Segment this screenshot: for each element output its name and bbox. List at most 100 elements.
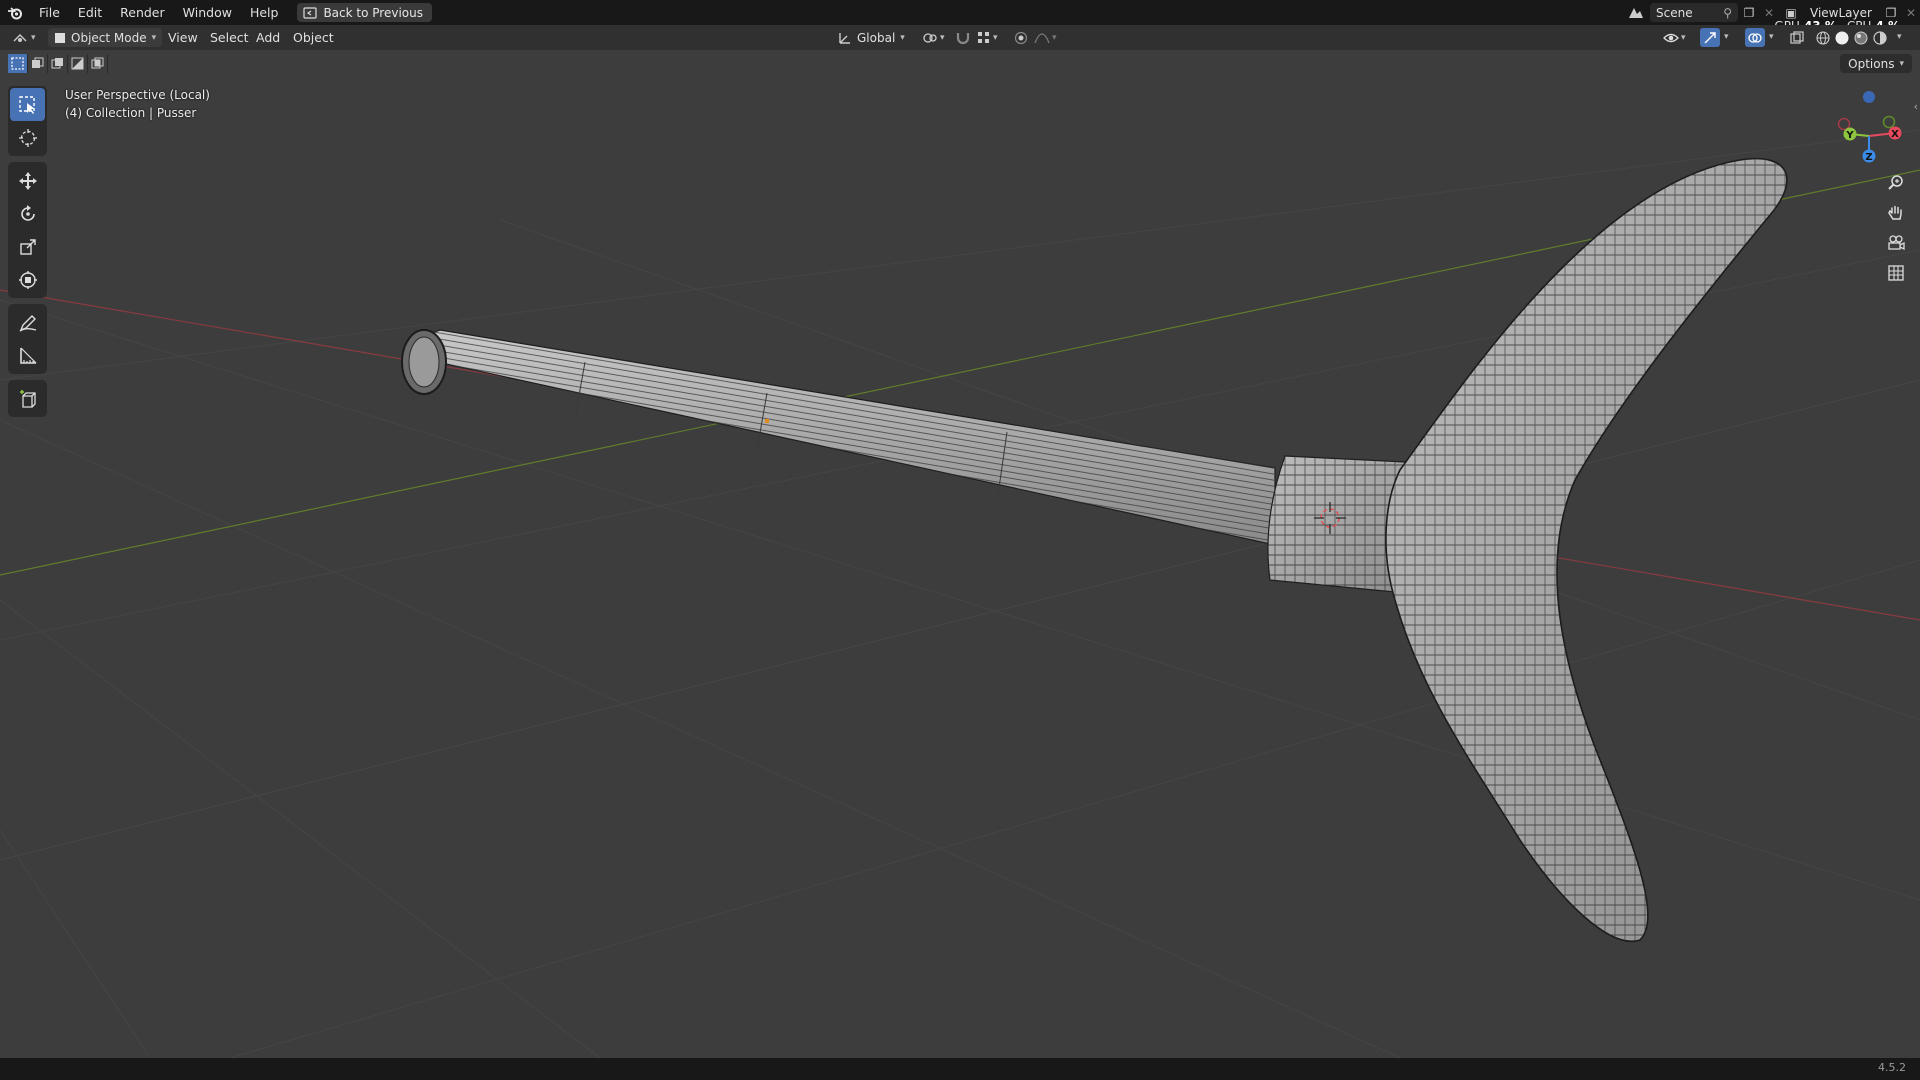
material-sphere-icon (1854, 31, 1868, 44)
gizmo-toggle[interactable] (1700, 28, 1720, 47)
pusser-head (1385, 157, 1788, 943)
gizmo-x-label: X (1891, 129, 1899, 140)
chevron-down-icon[interactable]: ▾ (1724, 32, 1729, 42)
pivot-point-dropdown[interactable]: ▾ (922, 28, 945, 47)
tool-cursor[interactable] (10, 121, 45, 154)
chevron-down-icon: ▾ (151, 32, 157, 43)
view-layer-icon[interactable]: ▣ (1778, 6, 1804, 20)
shading-material-button[interactable] (1853, 28, 1869, 47)
shading-rendered-button[interactable] (1872, 28, 1888, 47)
editor-type-button[interactable]: ▾ (12, 28, 36, 47)
transform-orientation-label: Global (857, 30, 896, 45)
sidebar-toggle-icon[interactable]: ‹ (1914, 100, 1918, 113)
camera-view-button[interactable] (1881, 228, 1911, 258)
measure-ruler-icon (19, 347, 36, 364)
tool-annotate[interactable] (10, 306, 45, 339)
pusser-handle (401, 329, 1276, 546)
status-bar: 4.5.2 (0, 1058, 1920, 1080)
cursor-icon (18, 128, 37, 147)
scene-name: Scene (1656, 5, 1693, 20)
menu-view[interactable]: View (168, 28, 198, 47)
rotate-icon (20, 204, 35, 221)
top-menu-bar: File Edit Render Window Help Back to Pre… (0, 0, 1920, 25)
menu-add[interactable]: Add (256, 28, 280, 47)
camera-icon (1888, 235, 1905, 251)
proportional-falloff-dropdown[interactable]: ▾ (1034, 28, 1057, 47)
menu-window[interactable]: Window (174, 0, 241, 25)
navigation-gizmo[interactable]: X Y Z (1830, 88, 1910, 168)
scene-name-field[interactable]: Scene ⚲ (1650, 3, 1738, 22)
pusser-collar (1267, 455, 1406, 593)
pin-icon[interactable]: ⚲ (1723, 6, 1732, 20)
menu-file[interactable]: File (30, 0, 69, 25)
new-view-layer-icon[interactable]: ❐ (1880, 6, 1902, 20)
tool-group-select (8, 86, 47, 156)
proportional-edit-toggle[interactable] (1014, 28, 1028, 47)
menu-object[interactable]: Object (293, 28, 334, 47)
back-to-previous-button[interactable]: Back to Previous (297, 3, 432, 22)
gizmo-neg-y[interactable] (1882, 115, 1896, 129)
viewport-canvas[interactable] (0, 0, 1920, 1080)
tool-select-box[interactable] (10, 88, 45, 121)
overlays-icon (1748, 32, 1762, 43)
tool-group-add (8, 380, 47, 417)
snap-target-dropdown[interactable]: ▾ (977, 28, 998, 47)
select-box-icon (18, 95, 35, 114)
select-subtract-icon (51, 58, 63, 69)
select-extend-button[interactable] (28, 54, 48, 73)
overlays-toggle[interactable] (1745, 28, 1765, 47)
tool-measure[interactable] (10, 339, 45, 372)
pan-button[interactable] (1881, 198, 1911, 228)
select-invert-button[interactable] (68, 54, 88, 73)
chevron-down-icon: ▾ (900, 32, 905, 43)
blender-logo-icon[interactable] (0, 0, 30, 25)
snap-grid-icon (978, 31, 989, 43)
tool-transform[interactable] (10, 263, 45, 296)
shading-solid-button[interactable] (1834, 28, 1850, 47)
perspective-toggle-button[interactable] (1881, 258, 1911, 288)
select-new-button[interactable] (8, 54, 28, 73)
object-mode-icon (55, 32, 65, 43)
viewport-header: ▾ Object Mode ▾ View Select Add Object G… (0, 25, 1920, 50)
menu-help[interactable]: Help (241, 0, 288, 25)
object-mode-label: Object Mode (71, 30, 147, 45)
menu-select[interactable]: Select (210, 28, 249, 47)
chevron-down-icon[interactable]: ▾ (1769, 32, 1774, 42)
scene-selector-icon[interactable] (1622, 6, 1650, 20)
menu-render[interactable]: Render (111, 0, 174, 25)
transform-orientation-dropdown[interactable]: Global ▾ (838, 28, 905, 47)
menu-edit[interactable]: Edit (69, 0, 111, 25)
version-label: 4.5.2 (1878, 1061, 1906, 1074)
tool-rotate[interactable] (10, 197, 45, 230)
xray-toggle[interactable] (1790, 28, 1804, 47)
tool-group-annotate (8, 304, 47, 374)
chevron-down-icon: ▾ (1899, 58, 1904, 69)
new-scene-icon[interactable]: ❐ (1738, 6, 1760, 20)
tool-add-cube[interactable] (10, 382, 45, 415)
chevron-down-icon: ▾ (31, 32, 36, 43)
chevron-down-icon[interactable]: ▾ (1897, 32, 1902, 42)
add-cube-icon (19, 389, 36, 408)
tool-scale[interactable] (10, 230, 45, 263)
viewport-info: User Perspective (Local) (4) Collection … (65, 86, 210, 122)
object-mode-dropdown[interactable]: Object Mode ▾ (48, 28, 163, 47)
delete-view-layer-icon[interactable]: ✕ (1902, 6, 1920, 20)
select-intersect-button[interactable] (88, 54, 108, 73)
select-subtract-button[interactable] (48, 54, 68, 73)
delete-scene-icon[interactable]: ✕ (1760, 6, 1778, 20)
snap-toggle[interactable] (955, 28, 971, 47)
gizmo-pos-z-top[interactable] (1863, 91, 1875, 103)
tool-move[interactable] (10, 164, 45, 197)
zoom-button[interactable] (1881, 168, 1911, 198)
3d-viewport-icon (13, 33, 27, 42)
gizmo-neg-x[interactable] (1837, 117, 1851, 131)
options-dropdown[interactable]: Options ▾ (1840, 54, 1912, 73)
visibility-dropdown[interactable]: ▾ (1663, 28, 1686, 47)
shading-wireframe-button[interactable] (1815, 28, 1831, 47)
pivot-icon (923, 32, 937, 43)
chevron-down-icon: ▾ (1681, 32, 1686, 43)
falloff-curve-icon (1034, 32, 1050, 43)
select-extend-icon (32, 57, 44, 68)
wireframe-sphere-icon (1816, 30, 1830, 45)
chevron-down-icon: ▾ (940, 32, 945, 43)
